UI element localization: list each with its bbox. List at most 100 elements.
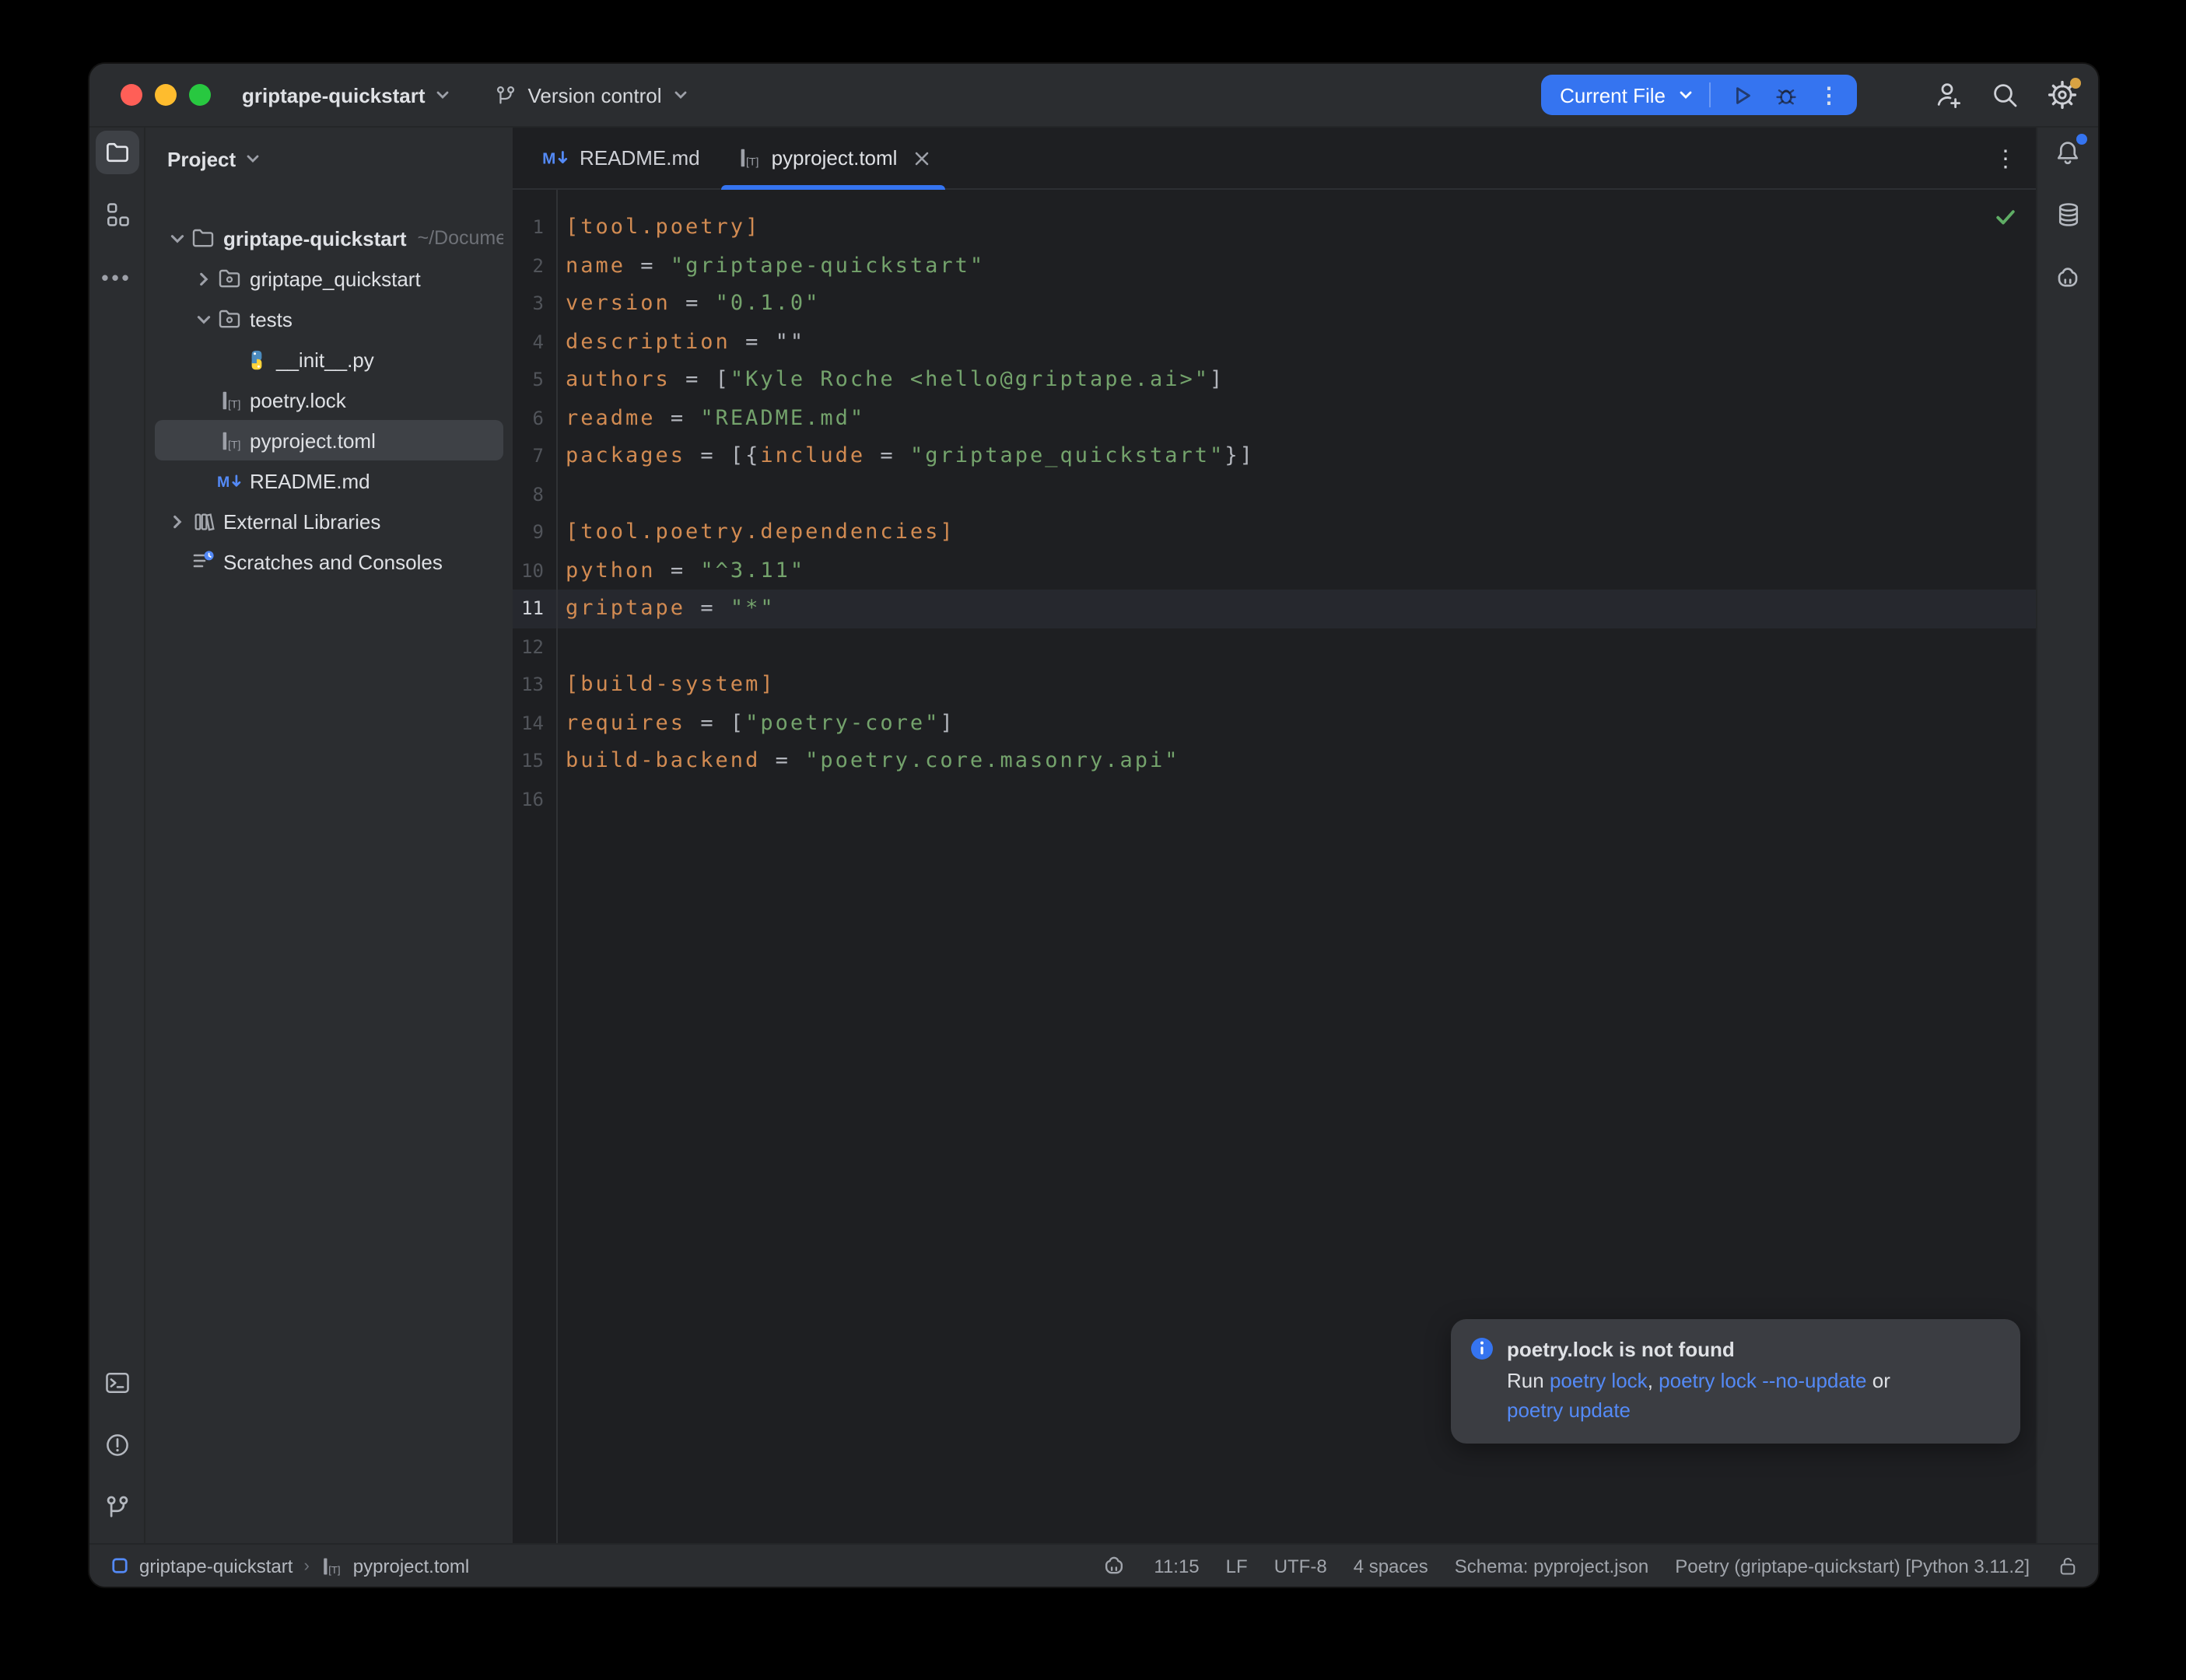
chevron-down-icon — [673, 87, 688, 103]
title-bar: griptape-quickstart Version control Curr… — [89, 64, 2098, 128]
vcs-widget[interactable]: Version control — [494, 83, 688, 107]
notification-link[interactable]: poetry lock — [1550, 1369, 1648, 1392]
tab-label: pyproject.toml — [772, 146, 898, 170]
breadcrumb: griptape-quickstart › [T] pyproject.toml — [111, 1555, 469, 1577]
git-branch-icon — [103, 1493, 131, 1521]
editor-options-button[interactable]: ⋮ — [1994, 128, 2017, 188]
status-item-poetry-griptape-quickstart-pyt[interactable]: Poetry (griptape-quickstart) [Python 3.1… — [1675, 1555, 2030, 1577]
tab-pyproject-toml[interactable]: [T] pyproject.toml — [719, 128, 949, 188]
editor-tab-bar: MREADME.md [T] pyproject.toml ⋮ — [513, 128, 2036, 190]
scratch-icon — [191, 549, 215, 574]
close-tab-button[interactable] — [914, 150, 930, 166]
status-item-schema-pyproject-json[interactable]: Schema: pyproject.json — [1455, 1555, 1648, 1577]
notification-link[interactable]: poetry update — [1507, 1398, 1631, 1422]
maximize-window-button[interactable] — [189, 84, 211, 106]
code-line-14: requires = ["poetry-core"] — [566, 704, 2036, 742]
traffic-lights — [121, 84, 211, 106]
tree-item-label: poetry.lock — [250, 388, 346, 411]
code-line-15: build-backend = "poetry.core.masonry.api… — [566, 742, 2036, 780]
vcs-tool-button[interactable] — [95, 1486, 138, 1529]
run-more-button[interactable]: ⋮ — [1813, 79, 1844, 110]
ellipsis-icon: ••• — [101, 265, 131, 289]
status-item-11-15[interactable]: 11:15 — [1154, 1555, 1199, 1577]
line-number: 3 — [513, 285, 556, 323]
tree-item-readme-md[interactable]: M README.md — [155, 460, 503, 501]
code-line-5: authors = ["Kyle Roche <hello@griptape.a… — [566, 361, 2036, 399]
copilot-status-icon[interactable] — [1101, 1552, 1127, 1579]
code-line-8 — [566, 475, 2036, 513]
notification-balloon[interactable]: poetry.lock is not found Run poetry lock… — [1451, 1319, 2020, 1444]
line-number: 2 — [513, 247, 556, 285]
code-line-12 — [566, 628, 2036, 666]
code-line-16 — [566, 780, 2036, 818]
database-tool-button[interactable] — [2046, 193, 2090, 236]
line-number: 15 — [513, 742, 556, 780]
terminal-tool-button[interactable] — [95, 1361, 138, 1405]
tree-item-external-libraries[interactable]: External Libraries — [155, 501, 503, 541]
add-user-button[interactable] — [1932, 79, 1963, 110]
notification-title: poetry.lock is not found — [1507, 1337, 1735, 1360]
tree-item-pyproject-toml[interactable]: [T]pyproject.toml — [155, 420, 503, 460]
svg-text:M: M — [217, 473, 229, 490]
tree-item-label: tests — [250, 307, 293, 331]
project-widget-label: griptape-quickstart — [242, 83, 426, 107]
code-line-13: [build-system] — [566, 666, 2036, 704]
problems-tool-button[interactable] — [95, 1423, 138, 1467]
notification-line-2: poetry update — [1507, 1395, 1999, 1425]
structure-icon — [103, 201, 131, 229]
tree-item-label: README.md — [250, 469, 370, 492]
settings-button[interactable] — [2047, 79, 2078, 110]
tree-item-tests[interactable]: tests — [155, 299, 503, 339]
database-icon — [2054, 201, 2082, 229]
run-configuration-widget[interactable]: Current File ⋮ — [1541, 75, 1857, 115]
run-config-label: Current File — [1560, 83, 1666, 107]
more-tool-windows-button[interactable]: ••• — [95, 255, 138, 299]
status-item-utf-8[interactable]: UTF-8 — [1274, 1555, 1327, 1577]
notifications-button[interactable] — [2046, 131, 2090, 174]
project-tool-button[interactable] — [95, 131, 138, 174]
folder-icon — [103, 138, 131, 166]
chevron-down-icon[interactable] — [191, 310, 217, 327]
breadcrumb-file[interactable]: pyproject.toml — [353, 1555, 469, 1577]
tree-item-griptape-quickstart[interactable]: griptape-quickstart~/Docume — [155, 218, 503, 258]
close-window-button[interactable] — [121, 84, 142, 106]
line-number: 14 — [513, 704, 556, 742]
line-number: 6 — [513, 399, 556, 437]
right-activity-bar — [2036, 128, 2098, 1543]
tree-item--init-py[interactable]: __init__.py — [155, 339, 503, 380]
terminal-icon — [103, 1369, 131, 1397]
chevron-right-icon[interactable] — [164, 513, 191, 530]
code-line-4: description = "" — [566, 323, 2036, 361]
lock-status-button[interactable] — [2056, 1554, 2079, 1577]
search-everywhere-button[interactable] — [1989, 79, 2020, 110]
debug-button[interactable] — [1770, 79, 1801, 110]
ai-assistant-tool-button[interactable] — [2046, 255, 2090, 299]
markdown-icon: M — [217, 469, 242, 492]
code-line-6: readme = "README.md" — [566, 399, 2036, 437]
run-button[interactable] — [1726, 79, 1757, 110]
tab-readme-md[interactable]: MREADME.md — [524, 128, 719, 188]
project-panel-header[interactable]: Project — [145, 128, 513, 190]
chevron-down-icon[interactable] — [164, 229, 191, 247]
inspections-status-button[interactable] — [1994, 205, 2017, 229]
notification-link[interactable]: poetry lock --no-update — [1659, 1369, 1866, 1392]
user-plus-icon — [1932, 79, 1963, 110]
tree-item-label: External Libraries — [223, 509, 380, 533]
status-item-4-spaces[interactable]: 4 spaces — [1354, 1555, 1428, 1577]
tree-item-scratches-and-consoles[interactable]: Scratches and Consoles — [155, 541, 503, 582]
chevron-right-icon[interactable] — [191, 270, 217, 287]
chevron-right-icon: › — [303, 1556, 309, 1575]
toml-file-icon: [T] — [321, 1555, 342, 1577]
tree-item-griptape-quickstart[interactable]: griptape_quickstart — [155, 258, 503, 299]
line-number: 16 — [513, 780, 556, 818]
minimize-window-button[interactable] — [155, 84, 177, 106]
status-item-lf[interactable]: LF — [1226, 1555, 1248, 1577]
line-number: 13 — [513, 666, 556, 704]
tree-item-poetry-lock[interactable]: [T] poetry.lock — [155, 380, 503, 420]
toml-icon: [T] — [737, 146, 761, 170]
toml-icon: [T] — [217, 388, 242, 411]
breadcrumb-project[interactable]: griptape-quickstart — [139, 1555, 293, 1577]
ai-assistant-icon — [2053, 262, 2083, 292]
structure-tool-button[interactable] — [95, 193, 138, 236]
project-widget[interactable]: griptape-quickstart — [242, 83, 450, 107]
